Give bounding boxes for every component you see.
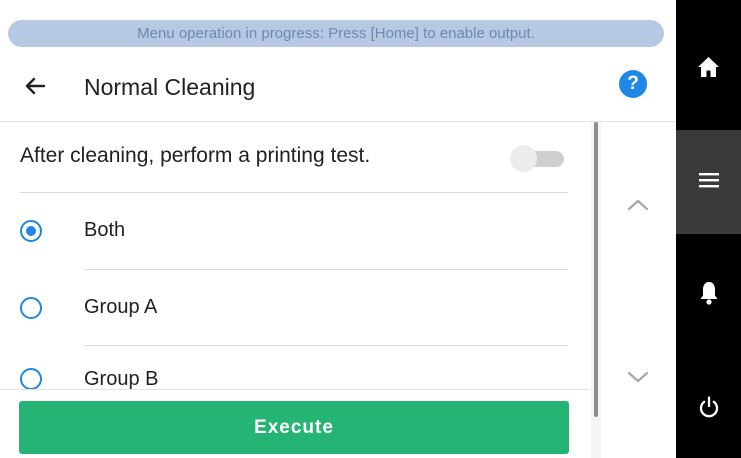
radio-unchecked-icon[interactable] bbox=[20, 297, 42, 319]
chevron-up-icon bbox=[627, 199, 649, 211]
option-both[interactable]: Both bbox=[0, 193, 590, 269]
radio-checked-icon[interactable] bbox=[20, 220, 42, 242]
notifications-button[interactable] bbox=[676, 234, 741, 358]
power-icon bbox=[699, 396, 719, 418]
home-icon bbox=[698, 57, 719, 77]
status-banner: Menu operation in progress: Press [Home]… bbox=[8, 20, 664, 47]
print-test-row: After cleaning, perform a printing test. bbox=[0, 122, 590, 192]
page-title: Normal Cleaning bbox=[84, 74, 256, 100]
menu-icon bbox=[699, 173, 719, 188]
print-test-toggle[interactable] bbox=[510, 144, 564, 172]
option-group-b[interactable]: Group B bbox=[0, 346, 590, 389]
option-label: Both bbox=[84, 219, 126, 241]
scroll-up-button[interactable] bbox=[620, 190, 656, 220]
option-label: Group B bbox=[84, 368, 159, 389]
menu-button[interactable] bbox=[676, 130, 741, 234]
footer-divider bbox=[0, 389, 590, 390]
option-label: Group A bbox=[84, 296, 158, 318]
option-group-a[interactable]: Group A bbox=[0, 270, 590, 346]
back-button[interactable] bbox=[18, 69, 52, 103]
home-button[interactable] bbox=[676, 0, 741, 130]
toggle-thumb bbox=[510, 145, 537, 172]
chevron-down-icon bbox=[627, 371, 649, 383]
print-test-label: After cleaning, perform a printing test. bbox=[20, 144, 371, 167]
options-list: After cleaning, perform a printing test.… bbox=[0, 122, 590, 389]
bell-icon bbox=[700, 282, 718, 305]
scrollbar-thumb[interactable] bbox=[594, 122, 598, 417]
radio-unchecked-icon[interactable] bbox=[20, 368, 42, 389]
scroll-down-button[interactable] bbox=[620, 362, 656, 392]
execute-button[interactable]: Execute bbox=[19, 401, 569, 454]
arrow-left-icon bbox=[25, 77, 46, 95]
scrollbar[interactable] bbox=[591, 122, 601, 458]
side-nav bbox=[676, 0, 741, 458]
help-button[interactable]: ? bbox=[619, 70, 647, 98]
power-button[interactable] bbox=[676, 358, 741, 458]
